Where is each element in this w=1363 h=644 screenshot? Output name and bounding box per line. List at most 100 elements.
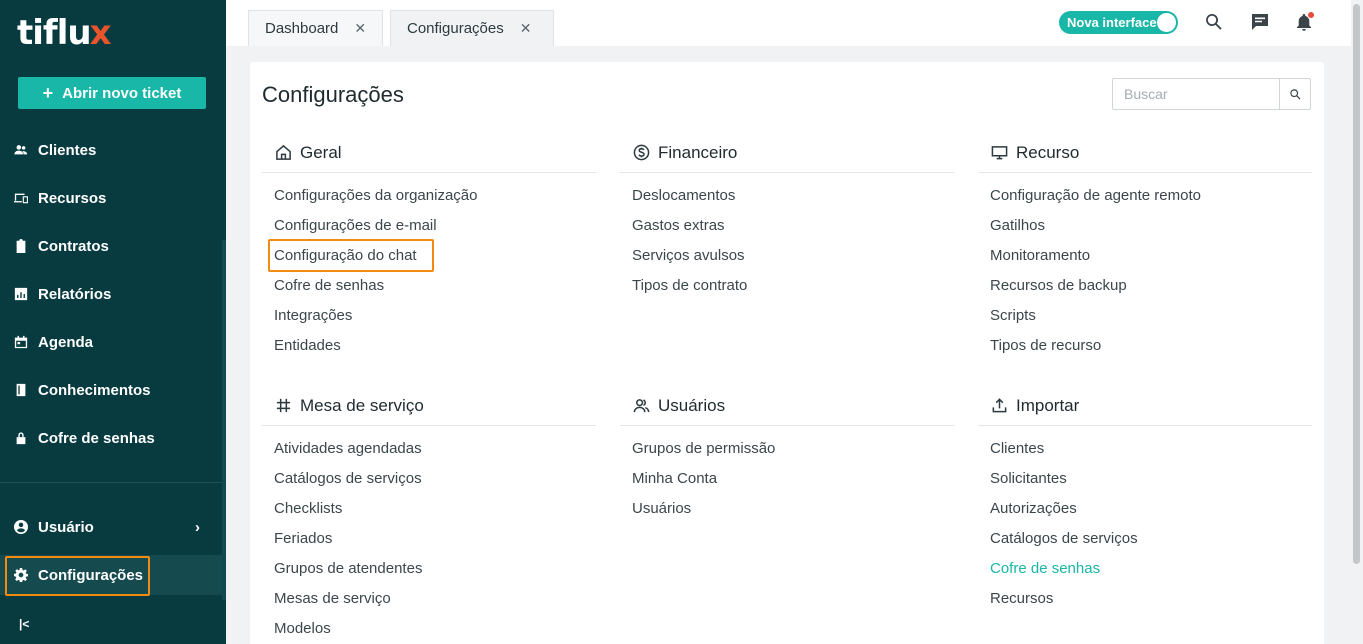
link-deslocamentos[interactable]: Deslocamentos	[620, 181, 954, 211]
link-agente-remoto[interactable]: Configuração de agente remoto	[978, 181, 1312, 211]
link-tipos-contrato[interactable]: Tipos de contrato	[620, 271, 954, 301]
section-title: Geral	[300, 142, 342, 162]
link-list: Clientes Solicitantes Autorizações Catál…	[978, 426, 1312, 614]
link-gastos-extras[interactable]: Gastos extras	[620, 211, 954, 241]
sidebar-item-relatorios[interactable]: Relatórios	[0, 274, 222, 314]
link-cofre-senhas[interactable]: Cofre de senhas	[262, 271, 596, 301]
search-icon[interactable]	[1204, 12, 1224, 32]
link-integracoes[interactable]: Integrações	[262, 301, 596, 331]
link-import-recursos[interactable]: Recursos	[978, 584, 1312, 614]
sidebar: tiflu x + Abrir novo ticket Clientes Recu…	[0, 0, 226, 644]
link-servicos-avulsos[interactable]: Serviços avulsos	[620, 241, 954, 271]
sidebar-item-recursos[interactable]: Recursos	[0, 178, 222, 218]
link-import-autorizacoes[interactable]: Autorizações	[978, 494, 1312, 524]
sidebar-item-configuracoes[interactable]: Configurações	[0, 555, 222, 595]
link-grupos-atendentes[interactable]: Grupos de atendentes	[262, 554, 596, 584]
lock-icon	[14, 431, 28, 445]
section-header: Geral	[262, 133, 596, 173]
sidebar-item-clientes[interactable]: Clientes	[0, 130, 222, 170]
devices-icon	[14, 191, 28, 205]
sidebar-item-label: Recursos	[38, 189, 107, 207]
close-icon[interactable]: ✕	[354, 20, 366, 37]
sidebar-item-usuario[interactable]: Usuário ›	[0, 507, 222, 547]
tab-configuracoes[interactable]: Configurações ✕	[390, 10, 554, 46]
sidebar-scrollbar[interactable]	[222, 240, 226, 600]
section-header: Mesa de serviço	[262, 386, 596, 426]
link-grupos-permissao[interactable]: Grupos de permissão	[620, 434, 954, 464]
clipboard-icon	[14, 239, 28, 253]
link-list: Configuração de agente remoto Gatilhos M…	[978, 173, 1312, 361]
link-minha-conta[interactable]: Minha Conta	[620, 464, 954, 494]
tiflux-logo[interactable]: tiflu x	[17, 14, 112, 52]
sidebar-item-agenda[interactable]: Agenda	[0, 322, 222, 362]
link-import-solicitantes[interactable]: Solicitantes	[978, 464, 1312, 494]
section-title: Importar	[1016, 395, 1080, 415]
section-usuarios: Usuários Grupos de permissão Minha Conta…	[620, 386, 954, 524]
new-ticket-button[interactable]: + Abrir novo ticket	[18, 77, 206, 109]
link-modelos[interactable]: Modelos	[262, 614, 596, 644]
link-atividades-agendadas[interactable]: Atividades agendadas	[262, 434, 596, 464]
link-configuracao-chat[interactable]: Configuração do chat	[262, 241, 596, 271]
upload-icon	[990, 397, 1008, 415]
search-button[interactable]	[1279, 79, 1310, 109]
link-configuracoes-email[interactable]: Configurações de e-mail	[262, 211, 596, 241]
chevron-right-icon: ›	[195, 518, 200, 536]
link-mesas-servico[interactable]: Mesas de serviço	[262, 584, 596, 614]
search-input[interactable]	[1113, 79, 1279, 109]
tab-dashboard[interactable]: Dashboard ✕	[248, 10, 383, 46]
users-outline-icon	[632, 397, 650, 415]
link-checklists[interactable]: Checklists	[262, 494, 596, 524]
gear-icon	[14, 568, 28, 582]
sidebar-item-cofre-de-senhas[interactable]: Cofre de senhas	[0, 418, 222, 458]
sidebar-item-label: Configurações	[38, 566, 144, 584]
section-geral: Geral Configurações da organização Confi…	[262, 133, 596, 361]
tab-label: Configurações	[407, 20, 504, 37]
link-recursos-backup[interactable]: Recursos de backup	[978, 271, 1312, 301]
sidebar-item-conhecimentos[interactable]: Conhecimentos	[0, 370, 222, 410]
plus-icon: +	[42, 83, 54, 103]
link-import-catalogos[interactable]: Catálogos de serviços	[978, 524, 1312, 554]
sidebar-item-label: Agenda	[38, 333, 94, 351]
users-icon	[14, 143, 28, 157]
home-icon	[274, 144, 292, 162]
toggle-knob	[1157, 13, 1176, 32]
close-icon[interactable]: ✕	[520, 20, 532, 37]
link-gatilhos[interactable]: Gatilhos	[978, 211, 1312, 241]
section-title: Mesa de serviço	[300, 395, 424, 415]
link-feriados[interactable]: Feriados	[262, 524, 596, 554]
link-configuracoes-organizacao[interactable]: Configurações da organização	[262, 181, 596, 211]
hash-icon	[274, 397, 292, 415]
link-list: Deslocamentos Gastos extras Serviços avu…	[620, 173, 954, 301]
link-import-clientes[interactable]: Clientes	[978, 434, 1312, 464]
section-header: Recurso	[978, 133, 1312, 173]
section-title: Recurso	[1016, 142, 1080, 162]
link-tipos-recurso[interactable]: Tipos de recurso	[978, 331, 1312, 361]
new-ticket-label: Abrir novo ticket	[62, 84, 182, 102]
scrollbar-thumb[interactable]	[1353, 4, 1360, 564]
link-monitoramento[interactable]: Monitoramento	[978, 241, 1312, 271]
link-usuarios[interactable]: Usuários	[620, 494, 954, 524]
chat-icon[interactable]	[1250, 12, 1270, 32]
section-importar: Importar Clientes Solicitantes Autorizaç…	[978, 386, 1312, 614]
link-list: Atividades agendadas Catálogos de serviç…	[262, 426, 596, 644]
page-scrollbar[interactable]	[1351, 0, 1363, 644]
sidebar-item-contratos[interactable]: Contratos	[0, 226, 222, 266]
page-title: Configurações	[262, 82, 404, 107]
search-icon	[1289, 88, 1300, 100]
sidebar-item-label: Cofre de senhas	[38, 429, 155, 447]
new-interface-toggle[interactable]: Nova interface	[1059, 11, 1178, 34]
bell-icon[interactable]	[1294, 12, 1314, 32]
notification-dot	[1308, 12, 1314, 18]
link-scripts[interactable]: Scripts	[978, 301, 1312, 331]
link-catalogos-servicos[interactable]: Catálogos de serviços	[262, 464, 596, 494]
toggle-label: Nova interface	[1067, 15, 1157, 30]
link-import-cofre-senhas[interactable]: Cofre de senhas	[978, 554, 1312, 584]
section-financeiro: Financeiro Deslocamentos Gastos extras S…	[620, 133, 954, 301]
settings-card: Configurações Geral Configurações da org…	[250, 62, 1324, 644]
section-header: Usuários	[620, 386, 954, 426]
collapse-sidebar-icon[interactable]: |<	[19, 617, 29, 631]
dollar-icon	[632, 144, 650, 162]
link-entidades[interactable]: Entidades	[262, 331, 596, 361]
search-box	[1112, 78, 1311, 110]
link-list: Configurações da organização Configuraçõ…	[262, 173, 596, 361]
